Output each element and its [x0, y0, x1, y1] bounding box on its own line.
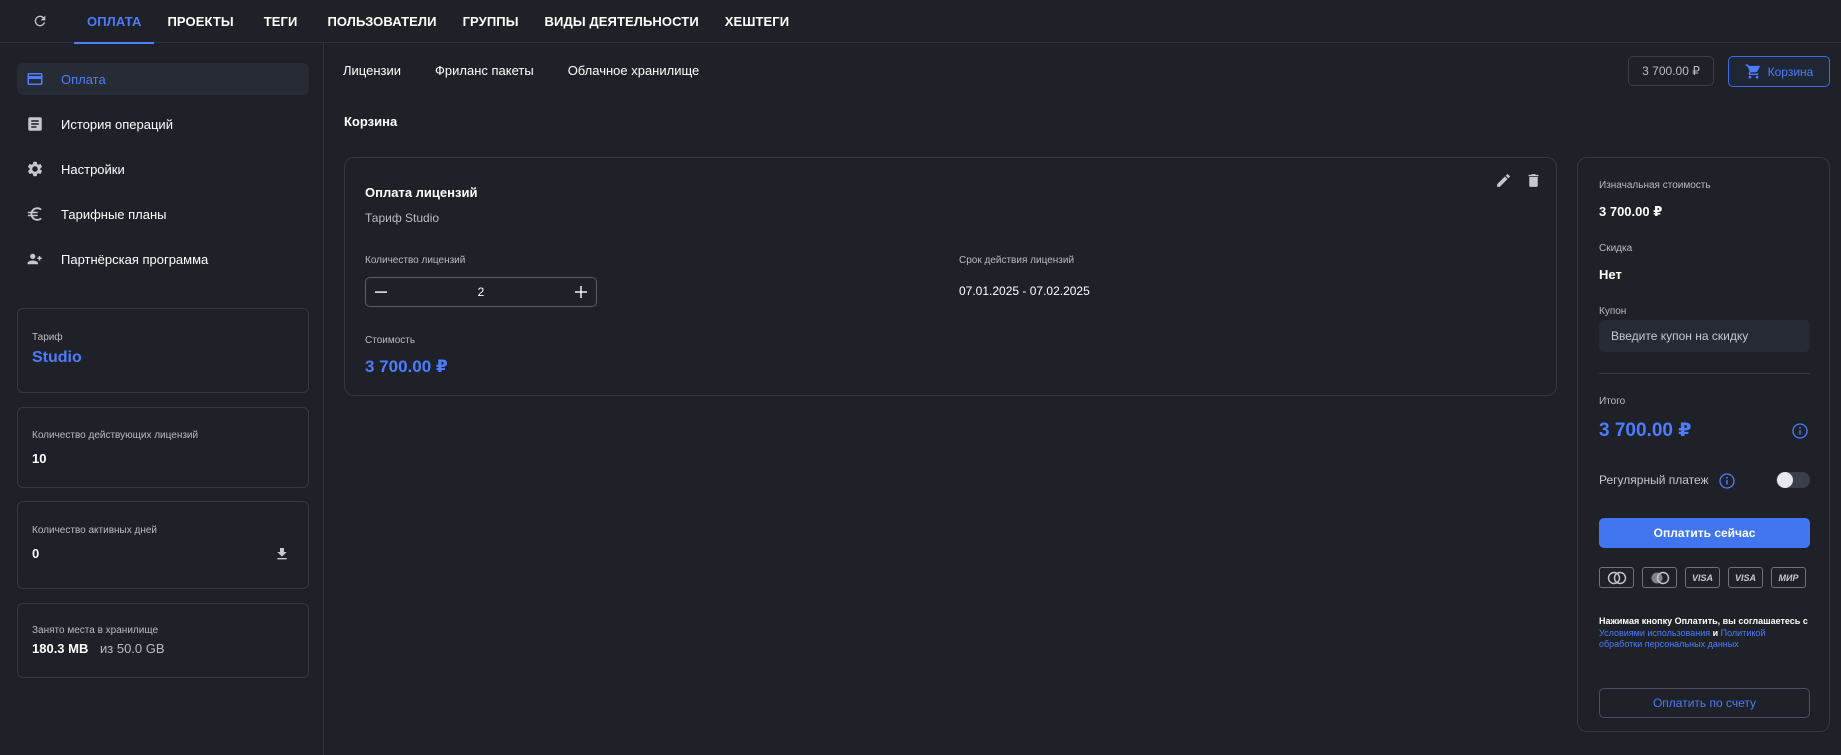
plan-caption: Тариф [32, 332, 63, 343]
edit-icon[interactable] [1493, 170, 1513, 190]
plan-card: Тариф Studio [17, 308, 309, 393]
coupon-caption: Купон [1599, 306, 1627, 317]
summary-divider [1599, 373, 1810, 374]
quantity-caption: Количество лицензий [365, 255, 466, 266]
license-card-title: Оплата лицензий [365, 185, 478, 200]
partner-icon [24, 248, 46, 270]
tab-activities[interactable]: ВИДЫ ДЕЯТЕЛЬНОСТИ [532, 0, 712, 43]
period-value: 07.01.2025 - 07.02.2025 [959, 284, 1090, 298]
pay-by-invoice-button[interactable]: Оплатить по счету [1599, 688, 1810, 718]
pay-now-button[interactable]: Оплатить сейчас [1599, 518, 1810, 548]
sidebar-item-payment[interactable]: Оплата [17, 63, 309, 95]
discount-value: Нет [1599, 267, 1622, 282]
page-title: Корзина [344, 114, 398, 129]
licenses-card: Количество действующих лицензий 10 [17, 407, 309, 488]
sidebar-item-history[interactable]: История операций [17, 108, 309, 140]
download-icon[interactable] [272, 544, 292, 564]
cart-total-chip: 3 700.00 ₽ [1628, 56, 1714, 86]
coupon-input[interactable] [1599, 320, 1810, 352]
decrement-button[interactable] [366, 278, 396, 306]
discount-caption: Скидка [1599, 243, 1633, 254]
subtab-licenses[interactable]: Лицензии [343, 63, 401, 78]
recurring-payment-label: Регулярный платеж [1599, 473, 1709, 487]
recurring-info-icon[interactable] [1719, 473, 1735, 489]
storage-total: из 50.0 GB [100, 641, 165, 656]
licenses-value: 10 [32, 451, 47, 466]
recurring-payment-toggle[interactable] [1776, 472, 1810, 488]
license-card-subtitle: Тариф Studio [365, 211, 440, 225]
storage-used: 180.3 MB [32, 641, 89, 656]
cost-caption: Стоимость [365, 335, 416, 346]
initial-cost-caption: Изначальная стоимость [1599, 180, 1711, 191]
cart-button[interactable]: Корзина [1728, 56, 1830, 87]
top-navigation: ОПЛАТА ПРОЕКТЫ ТЕГИ ПОЛЬЗОВАТЕЛИ ГРУППЫ … [0, 0, 1841, 44]
total-caption: Итого [1599, 396, 1626, 407]
initial-cost-value: 3 700.00 ₽ [1599, 204, 1663, 219]
quantity-value[interactable]: 2 [478, 285, 485, 299]
tab-tags[interactable]: ТЕГИ [251, 0, 311, 43]
tab-payment[interactable]: ОПЛАТА [74, 0, 155, 44]
terms-of-use-link[interactable]: Условиями использования [1599, 628, 1710, 638]
cost-value: 3 700.00 ₽ [365, 357, 448, 376]
tab-projects[interactable]: ПРОЕКТЫ [154, 0, 246, 43]
payment-methods: VISA VISA МИР [1599, 567, 1806, 588]
cart-label: Корзина [1767, 64, 1814, 79]
storage-caption: Занято места в хранилище [32, 625, 159, 636]
tab-users[interactable]: ПОЛЬЗОВАТЕЛИ [314, 0, 449, 43]
increment-button[interactable] [566, 278, 596, 306]
subtab-freelance[interactable]: Фриланс пакеты [435, 63, 534, 78]
euro-icon [24, 203, 46, 225]
gear-icon [24, 158, 46, 180]
credit-card-icon [24, 68, 46, 90]
tab-groups[interactable]: ГРУППЫ [450, 0, 532, 43]
mastercard-icon [1599, 567, 1634, 588]
plan-value: Studio [32, 349, 82, 366]
sidebar-item-partner[interactable]: Партнёрская программа [17, 243, 309, 275]
cart-icon [1745, 63, 1762, 80]
quantity-stepper: 2 [365, 277, 597, 307]
total-value: 3 700.00 ₽ [1599, 420, 1692, 441]
visa-icon: VISA [1728, 567, 1763, 588]
active-days-value: 0 [32, 546, 40, 561]
sidebar-item-label: Настройки [61, 161, 125, 177]
active-days-card: Количество активных дней 0 [17, 501, 309, 589]
storage-card: Занято места в хранилище 180.3 MB из 50.… [17, 603, 309, 678]
receipt-icon [24, 113, 46, 135]
order-summary: Изначальная стоимость 3 700.00 ₽ Скидка … [1577, 157, 1830, 732]
sidebar-item-label: История операций [61, 116, 173, 132]
sidebar-item-label: Оплата [61, 71, 106, 87]
period-caption: Срок действия лицензий [959, 255, 1075, 266]
maestro-icon [1642, 567, 1677, 588]
subtabs: Лицензии Фриланс пакеты Облачное хранили… [343, 63, 699, 78]
sidebar: Оплата История операций Настройки Тарифн… [0, 43, 324, 755]
licenses-caption: Количество действующих лицензий [32, 430, 199, 441]
sidebar-item-plans[interactable]: Тарифные планы [17, 198, 309, 230]
subtab-cloud[interactable]: Облачное хранилище [568, 63, 700, 78]
sidebar-item-label: Партнёрская программа [61, 251, 209, 267]
license-payment-card: Оплата лицензий Тариф Studio Количество … [344, 157, 1557, 396]
refresh-icon[interactable] [28, 9, 52, 33]
info-icon[interactable] [1792, 423, 1808, 439]
terms-notice: Нажимая кнопку Оплатить, вы соглашаетесь… [1599, 616, 1810, 651]
sidebar-item-label: Тарифные планы [61, 206, 167, 222]
tab-hashtags[interactable]: ХЕШТЕГИ [712, 0, 802, 43]
mir-icon: МИР [1771, 567, 1806, 588]
trash-icon[interactable] [1523, 170, 1543, 190]
active-days-caption: Количество активных дней [32, 525, 157, 536]
terms-text: Нажимая кнопку Оплатить, вы соглашаетесь… [1599, 616, 1808, 626]
visa-icon: VISA [1685, 567, 1720, 588]
sidebar-item-settings[interactable]: Настройки [17, 153, 309, 185]
terms-text: и [1710, 627, 1721, 638]
toggle-knob [1777, 472, 1793, 488]
